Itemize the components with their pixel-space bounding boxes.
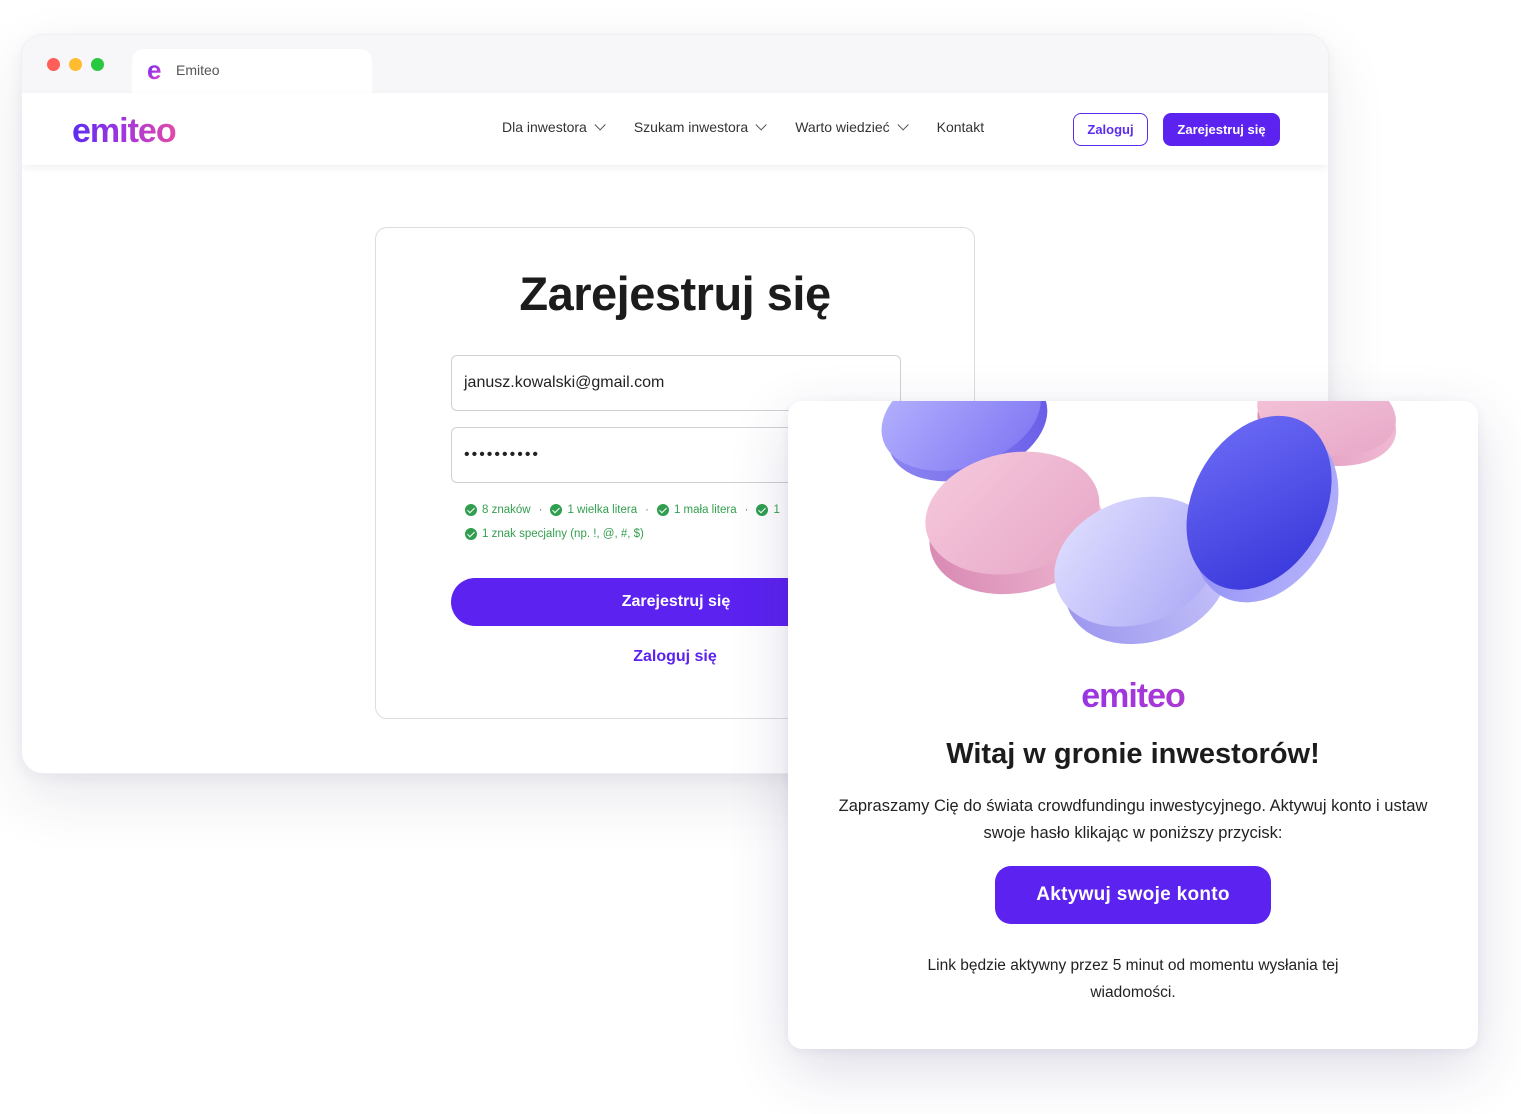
nav-item-label: Warto wiedzieć: [795, 119, 890, 135]
chevron-down-icon: [755, 119, 767, 131]
nav-item-dla-inwestora[interactable]: Dla inwestora: [502, 119, 606, 135]
password-requirements: 8 znaków · 1 wielka litera · 1 mała lite…: [465, 504, 780, 516]
activate-account-button[interactable]: Aktywuj swoje konto: [995, 866, 1271, 924]
coins-illustration: [881, 401, 1397, 645]
requirement-label: 1 znak specjalny (np. !, @, #, $): [482, 528, 644, 540]
browser-titlebar: e Emiteo: [22, 35, 1328, 93]
requirement-label: 1: [773, 504, 780, 516]
maximize-window-icon[interactable]: [91, 58, 104, 71]
check-circle-icon: [656, 504, 669, 516]
site-navbar: emiteo Dla inwestora Szukam inwestora Wa…: [22, 93, 1328, 165]
email-title: Witaj w gronie inwestorów!: [946, 738, 1320, 770]
check-circle-icon: [756, 504, 769, 516]
nav-item-kontakt[interactable]: Kontakt: [937, 119, 984, 135]
requirement-special: 1 znak specjalny (np. !, @, #, $): [465, 528, 644, 540]
check-circle-icon: [550, 504, 563, 516]
emiteo-logo: emiteo: [788, 676, 1478, 716]
register-nav-button[interactable]: Zarejestruj się: [1163, 113, 1280, 146]
email-body: Zapraszamy Cię do świata crowdfundingu i…: [838, 797, 1428, 842]
login-button[interactable]: Zaloguj: [1073, 113, 1148, 146]
requirement-lowercase: 1 mała litera: [656, 504, 737, 516]
browser-tab[interactable]: e Emiteo: [132, 49, 372, 93]
tab-title: Emiteo: [176, 62, 220, 78]
nav-menu: Dla inwestora Szukam inwestora Warto wie…: [502, 119, 1016, 135]
requirement-label: 1 wielka litera: [567, 504, 638, 516]
nav-item-label: Szukam inwestora: [633, 119, 749, 135]
nav-item-label: Kontakt: [936, 119, 985, 135]
separator-dot: ·: [645, 504, 649, 516]
welcome-email-card: emiteo Witaj w gronie inwestorów! Zapras…: [788, 401, 1478, 1049]
requirement-uppercase: 1 wielka litera: [550, 504, 637, 516]
requirement-length: 8 znaków: [465, 504, 531, 516]
emiteo-favicon-icon: e: [147, 57, 169, 83]
check-circle-icon: [465, 504, 477, 516]
nav-item-label: Dla inwestora: [502, 119, 587, 135]
requirement-label: 8 znaków: [482, 504, 531, 516]
separator-dot: ·: [538, 504, 543, 516]
nav-item-warto-wiedziec[interactable]: Warto wiedzieć: [795, 119, 909, 135]
email-note: Link będzie aktywny przez 5 minut od mom…: [927, 957, 1339, 1001]
chevron-down-icon: [594, 119, 606, 131]
requirement-digit: 1: [756, 504, 780, 516]
register-title: Zarejestruj się: [519, 267, 831, 320]
password-requirements-row2: 1 znak specjalny (np. !, @, #, $): [465, 528, 644, 540]
chevron-down-icon: [897, 119, 909, 131]
requirement-label: 1 mała litera: [673, 504, 737, 516]
emiteo-logo[interactable]: emiteo: [72, 111, 177, 151]
nav-item-szukam-inwestora[interactable]: Szukam inwestora: [633, 119, 767, 135]
minimize-window-icon[interactable]: [69, 58, 82, 71]
separator-dot: ·: [744, 504, 749, 516]
close-window-icon[interactable]: [47, 58, 60, 71]
check-circle-icon: [465, 528, 477, 540]
